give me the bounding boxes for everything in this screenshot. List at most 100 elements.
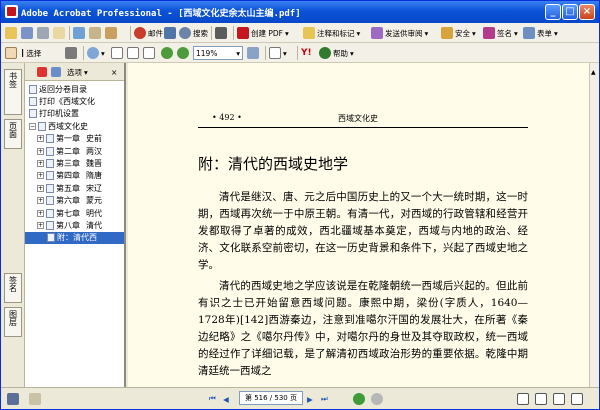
bookmark-item[interactable]: + 第六章 蒙元 <box>25 195 124 207</box>
bookmark-sublabel: 蒙元 <box>86 196 102 206</box>
select-label: 选择 <box>26 48 42 58</box>
fit-width-button[interactable] <box>143 46 155 60</box>
continuous-button[interactable] <box>535 392 547 406</box>
last-page-button[interactable]: ⏭ <box>321 392 328 406</box>
help-icon <box>319 47 331 59</box>
scroll-up-icon[interactable]: ▲ <box>591 69 596 76</box>
bookmark-item[interactable]: + 第四章 隋唐 <box>25 170 124 182</box>
options-menu[interactable]: 选项 ▾ <box>67 65 88 79</box>
expand-icon[interactable]: + <box>37 209 44 217</box>
snapshot-button[interactable] <box>65 46 77 60</box>
forms-button[interactable]: 表单 ▾ <box>523 26 558 40</box>
facing-button[interactable] <box>553 392 565 406</box>
sign-label: 签名 <box>497 28 512 38</box>
chevron-down-icon: ▾ <box>285 28 289 38</box>
bookmark-item[interactable]: + 第一章 史前 <box>25 133 124 145</box>
expand-icon[interactable]: + <box>37 197 44 205</box>
bookmark-item[interactable]: 返回分卷目录 <box>25 83 124 95</box>
new-bookmark-button[interactable] <box>51 65 61 79</box>
help-button[interactable]: 帮助 ▾ <box>319 46 354 60</box>
bookmark-item[interactable]: 打印《西域文化 <box>25 95 124 107</box>
previous-page-button[interactable]: ◀ <box>223 392 229 406</box>
actual-size-button[interactable] <box>111 46 123 60</box>
save-button[interactable] <box>21 26 33 40</box>
search-button[interactable]: 搜索 <box>179 26 208 40</box>
section-heading: 附：清代的西域史地学 <box>198 155 349 173</box>
zoom-out-button[interactable] <box>161 46 173 60</box>
panel-icon <box>7 393 19 405</box>
pen-button[interactable] <box>105 26 117 40</box>
print-button[interactable] <box>37 26 49 40</box>
sign-button[interactable]: 签名 ▾ <box>483 26 518 40</box>
security-label: 安全 <box>455 28 470 38</box>
tab-pages[interactable]: 页面 <box>4 119 22 149</box>
print2-button[interactable] <box>164 26 176 40</box>
open-button[interactable] <box>5 26 17 40</box>
next-view-button[interactable] <box>371 392 383 406</box>
bookmark-item[interactable]: + 第七章 明代 <box>25 207 124 219</box>
bookmark-item[interactable]: + 第八章 清代 <box>25 219 124 231</box>
expand-icon[interactable]: + <box>37 135 44 143</box>
previous-view-button[interactable] <box>353 392 365 406</box>
chevron-down-icon: ▾ <box>472 28 476 38</box>
send-review-label: 发送供审阅 <box>385 28 423 38</box>
tab-bookmarks[interactable]: 书签 <box>4 69 22 115</box>
comment-markup-button[interactable]: 注释和标记 ▾ <box>303 26 360 40</box>
yahoo-button[interactable]: Y! <box>301 46 312 60</box>
select-tool-button[interactable]: I 选择 <box>21 46 41 60</box>
first-page-button[interactable]: ⏮ <box>209 392 216 406</box>
sign-pen-icon <box>483 27 495 39</box>
tab-layers[interactable]: 图层 <box>4 307 22 337</box>
minimize-button[interactable]: _ <box>545 4 561 20</box>
options-label: 选项 <box>67 67 82 77</box>
single-page-button[interactable] <box>517 392 529 406</box>
next-page-button[interactable]: ▶ <box>307 392 313 406</box>
main-toolbar: 邮件 搜索 创建 PDF ▾ 注释和标记 ▾ 发送供审阅 ▾ 安全 ▾ 签名 ▾ 表单 ▾ <box>1 23 599 43</box>
page-layout-button[interactable]: ▾ <box>269 46 287 60</box>
bookmark-item[interactable]: − 西域文化史 <box>25 120 124 132</box>
expand-icon[interactable]: + <box>37 184 44 192</box>
zoom-in-button[interactable] <box>177 46 189 60</box>
mail-button[interactable]: 邮件 <box>134 26 163 40</box>
zoom-tool-button[interactable]: ▾ <box>87 46 105 60</box>
bookmark-item[interactable]: + 第五章 宋辽 <box>25 182 124 194</box>
close-pane-button[interactable]: × <box>111 65 117 79</box>
export-button[interactable] <box>215 26 227 40</box>
zoom-in-icon <box>177 47 189 59</box>
tab-signatures[interactable]: 签名 <box>4 273 22 303</box>
hand-icon <box>5 47 17 59</box>
expand-icon[interactable]: + <box>37 147 44 155</box>
expand-icon[interactable]: + <box>37 221 44 229</box>
continuous-facing-button[interactable] <box>571 392 583 406</box>
vertical-scrollbar[interactable]: ▲ <box>589 63 599 387</box>
send-review-button[interactable]: 发送供审阅 ▾ <box>371 26 428 40</box>
bookmark-item[interactable]: + 第三章 魏晋 <box>25 157 124 169</box>
rotate-button[interactable] <box>247 46 259 60</box>
zoom-level-select[interactable]: 119% ▾ <box>193 46 243 60</box>
bookmark-label: 第八章 <box>56 220 80 230</box>
bookmark-item[interactable]: + 第二章 两汉 <box>25 145 124 157</box>
expand-icon[interactable]: + <box>37 159 44 167</box>
hide-navigation-button[interactable] <box>7 392 19 406</box>
create-pdf-button[interactable]: 创建 PDF ▾ <box>237 26 289 40</box>
fit-page-button[interactable] <box>127 46 139 60</box>
delete-bookmark-button[interactable] <box>37 65 47 79</box>
collapse-icon[interactable]: − <box>29 122 36 130</box>
organizer-button[interactable] <box>73 26 85 40</box>
maximize-button[interactable]: □ <box>562 4 578 20</box>
close-button[interactable]: × <box>579 4 595 20</box>
mail-icon <box>134 27 146 39</box>
zoom-value: 119% <box>196 48 218 58</box>
expand-icon[interactable]: + <box>37 172 44 180</box>
attach-button[interactable] <box>89 26 101 40</box>
security-button[interactable]: 安全 ▾ <box>441 26 476 40</box>
chevron-down-icon: ▾ <box>101 48 105 58</box>
hand-tool-button[interactable] <box>5 46 17 60</box>
comment-markup-label: 注释和标记 <box>317 28 355 38</box>
email-button[interactable] <box>53 26 65 40</box>
bookmark-item[interactable]: 打印机设置 <box>25 108 124 120</box>
bookmark-item[interactable]: 附：清代西 <box>25 231 124 244</box>
page-number-input[interactable]: 第 516 / 530 页 <box>239 391 303 405</box>
page-size-button[interactable] <box>29 392 41 406</box>
bookmark-icon <box>46 134 54 144</box>
